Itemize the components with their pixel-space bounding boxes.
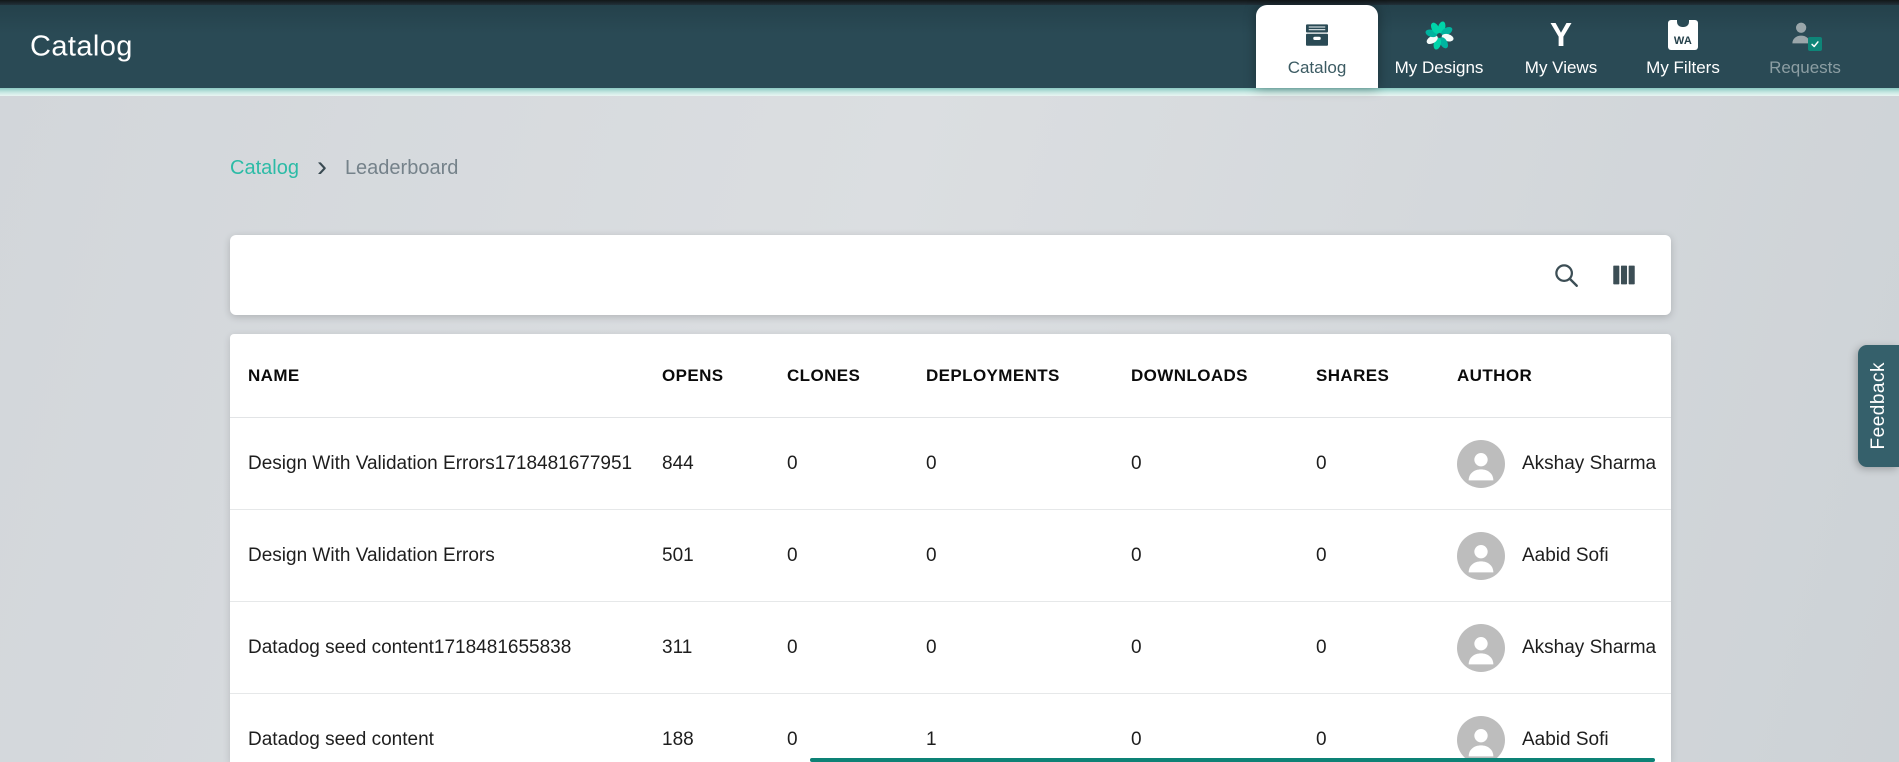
cell-downloads: 0 xyxy=(1131,453,1316,475)
header-nav-tabs: Catalog My Designs Y My Views xyxy=(1256,0,1866,88)
cell-clones: 0 xyxy=(787,637,926,659)
feedback-label: Feedback xyxy=(1868,362,1890,449)
cell-opens: 311 xyxy=(662,637,787,659)
table-row[interactable]: Design With Validation Errors 501 0 0 0 … xyxy=(230,510,1671,602)
person-clipboard-check-icon xyxy=(1788,18,1822,52)
table-toolbar xyxy=(230,235,1671,315)
cell-author: Aabid Sofi xyxy=(1457,532,1671,580)
kanvas-y-icon: Y xyxy=(1550,18,1572,52)
cell-author: Akshay Sharma xyxy=(1457,440,1671,488)
tab-my-designs-label: My Designs xyxy=(1395,58,1484,78)
cell-clones: 0 xyxy=(787,545,926,567)
cell-deployments: 0 xyxy=(926,453,1131,475)
cell-opens: 501 xyxy=(662,545,787,567)
cell-author: Akshay Sharma xyxy=(1457,624,1671,672)
cell-author: Aabid Sofi xyxy=(1457,716,1671,762)
column-header-author[interactable]: AUTHOR xyxy=(1457,366,1671,386)
cell-shares: 0 xyxy=(1316,545,1457,567)
leaderboard-table: NAME OPENS CLONES DEPLOYMENTS DOWNLOADS … xyxy=(230,334,1671,762)
cell-deployments: 0 xyxy=(926,545,1131,567)
tab-catalog-label: Catalog xyxy=(1288,58,1347,78)
cell-deployments: 1 xyxy=(926,729,1131,751)
cell-shares: 0 xyxy=(1316,637,1457,659)
column-header-shares[interactable]: SHARES xyxy=(1316,366,1457,386)
cell-name: Design With Validation Errors xyxy=(248,545,662,567)
tab-requests[interactable]: Requests xyxy=(1744,0,1866,88)
cell-name: Datadog seed content xyxy=(248,729,662,751)
cell-downloads: 0 xyxy=(1131,729,1316,751)
avatar[interactable] xyxy=(1457,532,1505,580)
cell-clones: 0 xyxy=(787,729,926,751)
archive-drawer-icon xyxy=(1302,18,1332,52)
column-header-opens[interactable]: OPENS xyxy=(662,366,787,386)
tab-my-filters-label: My Filters xyxy=(1646,58,1720,78)
search-icon[interactable] xyxy=(1549,258,1583,292)
table-scrollbar-thumb[interactable] xyxy=(810,758,1655,762)
author-name: Akshay Sharma xyxy=(1522,453,1656,475)
cell-clones: 0 xyxy=(787,453,926,475)
column-header-name[interactable]: NAME xyxy=(248,366,662,386)
author-name: Aabid Sofi xyxy=(1522,729,1609,751)
avatar[interactable] xyxy=(1457,440,1505,488)
cell-opens: 188 xyxy=(662,729,787,751)
cell-downloads: 0 xyxy=(1131,545,1316,567)
breadcrumb-catalog-link[interactable]: Catalog xyxy=(230,157,299,180)
header-accent-strip xyxy=(0,88,1899,96)
cell-opens: 844 xyxy=(662,453,787,475)
tab-catalog[interactable]: Catalog xyxy=(1256,5,1378,88)
meshery-pinwheel-icon xyxy=(1423,18,1456,52)
feedback-button[interactable]: Feedback xyxy=(1858,345,1899,467)
avatar[interactable] xyxy=(1457,716,1505,762)
cell-shares: 0 xyxy=(1316,729,1457,751)
table-header-row: NAME OPENS CLONES DEPLOYMENTS DOWNLOADS … xyxy=(230,334,1671,418)
column-header-downloads[interactable]: DOWNLOADS xyxy=(1131,366,1316,386)
column-header-clones[interactable]: CLONES xyxy=(787,366,926,386)
tab-my-filters[interactable]: WA My Filters xyxy=(1622,0,1744,88)
table-row[interactable]: Datadog seed content1718481655838 311 0 … xyxy=(230,602,1671,694)
column-header-deployments[interactable]: DEPLOYMENTS xyxy=(926,366,1131,386)
author-name: Akshay Sharma xyxy=(1522,637,1656,659)
cell-downloads: 0 xyxy=(1131,637,1316,659)
author-name: Aabid Sofi xyxy=(1522,545,1609,567)
cell-deployments: 0 xyxy=(926,637,1131,659)
cell-name: Datadog seed content1718481655838 xyxy=(248,637,662,659)
chevron-right-icon: › xyxy=(317,157,327,177)
breadcrumb: Catalog › Leaderboard xyxy=(230,157,458,180)
wasm-filter-icon: WA xyxy=(1668,18,1698,52)
tab-requests-label: Requests xyxy=(1769,58,1841,78)
column-view-icon[interactable] xyxy=(1607,258,1641,292)
cell-shares: 0 xyxy=(1316,453,1457,475)
table-row[interactable]: Design With Validation Errors17184816779… xyxy=(230,418,1671,510)
cell-name: Design With Validation Errors17184816779… xyxy=(248,453,662,475)
avatar[interactable] xyxy=(1457,624,1505,672)
page-title: Catalog xyxy=(30,30,133,63)
tab-my-designs[interactable]: My Designs xyxy=(1378,0,1500,88)
breadcrumb-current-page: Leaderboard xyxy=(345,157,458,180)
tab-my-views[interactable]: Y My Views xyxy=(1500,0,1622,88)
table-row[interactable]: Datadog seed content 188 0 1 0 0 Aabid S… xyxy=(230,694,1671,762)
tab-my-views-label: My Views xyxy=(1525,58,1597,78)
